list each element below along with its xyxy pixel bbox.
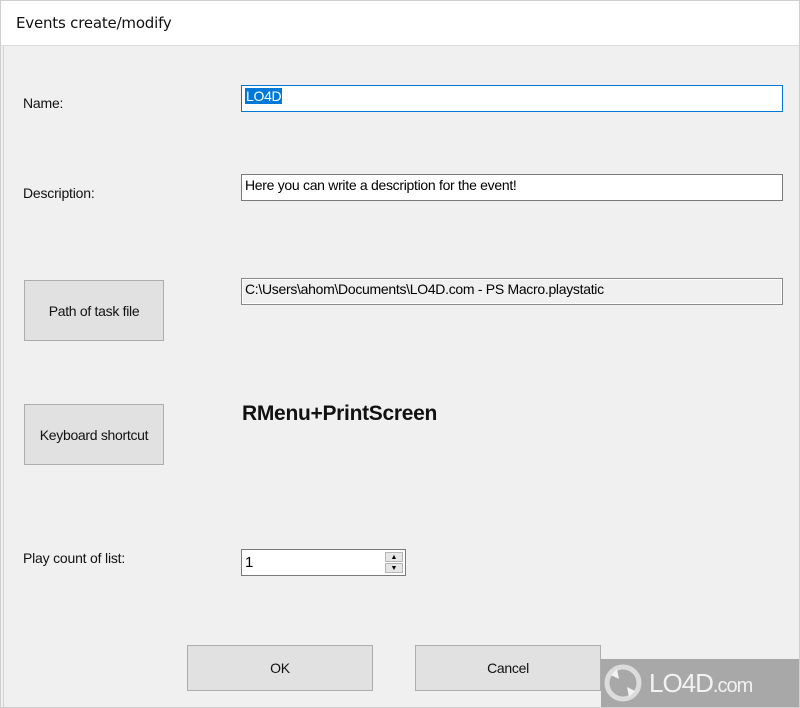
lo4d-watermark: LO4D.com [601, 659, 799, 707]
name-input-value: LO4D [245, 88, 283, 104]
description-label: Description: [23, 185, 95, 201]
cancel-button[interactable]: Cancel [415, 645, 601, 691]
task-file-path-field[interactable]: C:\Users\ahom\Documents\LO4D.com - PS Ma… [241, 278, 783, 305]
dialog-client [3, 46, 800, 707]
play-count-stepper[interactable]: 1 ▲ ▼ [241, 549, 406, 576]
name-input[interactable]: LO4D [241, 85, 783, 112]
spin-down-arrow-icon[interactable]: ▼ [385, 563, 403, 573]
lo4d-logo-icon [604, 664, 642, 702]
spin-up-arrow-icon[interactable]: ▲ [385, 552, 403, 562]
description-input[interactable]: Here you can write a description for the… [241, 174, 783, 201]
watermark-brand: LO4D [649, 667, 714, 698]
keyboard-shortcut-button[interactable]: Keyboard shortcut [24, 404, 164, 465]
path-of-task-file-button[interactable]: Path of task file [24, 280, 164, 341]
play-count-label: Play count of list: [23, 550, 126, 566]
window-title: Events create/modify [16, 14, 172, 32]
dialog-window: Events create/modify Name: LO4D Descript… [0, 0, 800, 708]
watermark-text: LO4D.com [649, 667, 753, 699]
title-bar: Events create/modify [1, 1, 799, 46]
ok-button[interactable]: OK [187, 645, 373, 691]
name-label: Name: [23, 95, 64, 111]
watermark-suffix: .com [712, 674, 753, 697]
spin-buttons: ▲ ▼ [385, 552, 403, 573]
keyboard-shortcut-value: RMenu+PrintScreen [242, 402, 438, 425]
play-count-value: 1 [245, 554, 254, 571]
